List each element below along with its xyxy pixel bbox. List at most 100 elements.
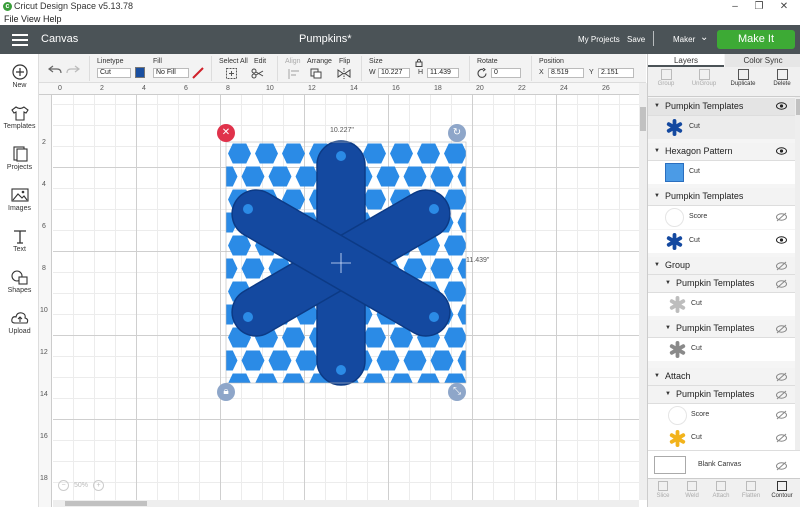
eye-hidden-icon[interactable] [776,279,787,289]
ungroup-button[interactable]: UnGroup [686,69,722,87]
linetype-select[interactable]: Cut [97,68,131,78]
pen-color-icon[interactable] [192,67,204,79]
nav-images[interactable]: Images [0,187,39,212]
layer-item[interactable]: Score [648,206,795,229]
collapse-arrow-icon[interactable]: ▼ [654,148,660,154]
arrange-icon[interactable] [310,68,326,79]
menu-file[interactable]: File [4,14,19,24]
machine-select[interactable]: Maker [673,35,695,44]
eye-hidden-icon[interactable] [776,410,787,420]
scroll-thumb[interactable] [796,99,800,115]
close-window-icon[interactable]: ✕ [776,0,792,14]
layer-subgroup-pumpkin-templates[interactable]: ▼ Pumpkin Templates [648,386,795,404]
position-y-input[interactable]: 2.151 [598,68,634,78]
collapse-arrow-icon[interactable]: ▼ [665,391,671,397]
lock-handle-icon[interactable]: 🔒︎ [217,383,235,401]
menu-help[interactable]: Help [43,14,62,24]
minimize-icon[interactable]: – [727,0,743,14]
width-input[interactable]: 10.227 [378,68,410,78]
linetype-color-swatch[interactable] [135,67,145,78]
layer-group-pumpkin-templates[interactable]: ▼ Pumpkin Templates [648,98,795,116]
layer-item[interactable]: Cut [648,427,795,450]
collapse-arrow-icon[interactable]: ▼ [665,280,671,286]
my-projects-link[interactable]: My Projects [578,35,620,44]
layers-scrollbar[interactable] [795,97,800,450]
eye-icon[interactable] [776,102,787,110]
eye-icon[interactable] [776,236,787,244]
restore-icon[interactable]: ❐ [751,0,767,14]
slice-button[interactable]: Slice [649,481,677,499]
nav-projects[interactable]: Projects [0,146,39,171]
rotate-input[interactable]: 0 [491,68,521,78]
position-x-input[interactable]: 8.519 [548,68,584,78]
group-button[interactable]: Group [648,69,684,87]
scroll-thumb[interactable] [640,107,646,131]
flatten-button[interactable]: Flatten [737,481,765,499]
eye-hidden-icon[interactable] [776,261,787,271]
collapse-arrow-icon[interactable]: ▼ [665,325,671,331]
layer-subgroup-pumpkin-templates[interactable]: ▼ Pumpkin Templates [648,275,795,293]
layer-group-hexagon-pattern[interactable]: ▼ Hexagon Pattern [648,143,795,161]
design-canvas[interactable]: 10.227" 11.439" ✕ ↻ 🔒︎ ⤡ [53,95,639,500]
collapse-arrow-icon[interactable]: ▼ [654,373,660,379]
collapse-arrow-icon[interactable]: ▼ [654,103,660,109]
scissors-icon[interactable] [251,68,267,79]
layer-item[interactable]: Cut [648,230,795,253]
resize-handle-icon[interactable]: ⤡ [448,383,466,401]
canvas-color-swatch[interactable] [654,456,686,474]
flip-icon[interactable] [337,68,353,79]
eye-hidden-icon[interactable] [776,212,787,222]
contour-button[interactable]: Contour [768,481,796,499]
collapse-arrow-icon[interactable]: ▼ [654,262,660,268]
layer-item[interactable]: Score [648,404,795,427]
layer-group-attach[interactable]: ▼ Attach [648,368,795,386]
chevron-down-icon[interactable]: ⌄ [700,32,708,43]
scroll-thumb[interactable] [65,501,147,506]
eye-hidden-icon[interactable] [776,433,787,443]
canvas-artwork[interactable] [53,95,639,500]
tab-layers[interactable]: Layers [648,54,724,67]
layer-item[interactable]: Cut [648,161,795,184]
height-input[interactable]: 11.439 [427,68,459,78]
nav-text[interactable]: Text [0,228,39,253]
undo-icon[interactable] [48,63,62,75]
layer-group-group[interactable]: ▼ Group [648,257,795,275]
nav-templates[interactable]: Templates [0,105,39,130]
align-icon[interactable] [287,68,301,79]
delete-handle-icon[interactable]: ✕ [217,124,235,142]
menu-view[interactable]: View [21,14,40,24]
eye-hidden-icon[interactable] [776,324,787,334]
eye-hidden-icon[interactable] [776,372,787,382]
save-link[interactable]: Save [627,35,645,44]
attach-button[interactable]: Attach [707,481,735,499]
eye-hidden-icon[interactable] [776,461,787,471]
weld-button[interactable]: Weld [678,481,706,499]
layer-group-pumpkin-templates[interactable]: ▼ Pumpkin Templates [648,188,795,206]
hamburger-menu-icon[interactable] [12,34,28,46]
select-all-icon[interactable] [226,68,237,79]
fill-select[interactable]: No Fill [153,68,189,78]
canvas-horizontal-scrollbar[interactable] [53,500,639,507]
collapse-arrow-icon[interactable]: ▼ [654,193,660,199]
delete-button[interactable]: Delete [764,69,800,87]
nav-new[interactable]: New [0,64,39,89]
make-it-button[interactable]: Make It [717,30,795,49]
eye-hidden-icon[interactable] [776,390,787,400]
zoom-in-icon[interactable]: + [93,480,104,491]
duplicate-button[interactable]: Duplicate [725,69,761,87]
blank-canvas-row[interactable]: Blank Canvas [648,450,800,478]
nav-shapes[interactable]: Shapes [0,269,39,294]
canvas-vertical-scrollbar[interactable] [639,83,647,500]
tab-color-sync[interactable]: Color Sync [725,54,800,67]
layer-item[interactable]: Cut [648,293,795,316]
redo-icon[interactable] [66,63,80,75]
rotate-icon[interactable] [477,68,488,79]
eye-icon[interactable] [776,147,787,155]
rotate-handle-icon[interactable]: ↻ [448,124,466,142]
layer-subgroup-pumpkin-templates[interactable]: ▼ Pumpkin Templates [648,320,795,338]
layer-item[interactable]: Cut [648,116,795,139]
lock-icon[interactable] [415,58,423,67]
zoom-out-icon[interactable]: − [58,480,69,491]
layer-item[interactable]: Cut [648,338,795,361]
nav-upload[interactable]: Upload [0,310,39,335]
